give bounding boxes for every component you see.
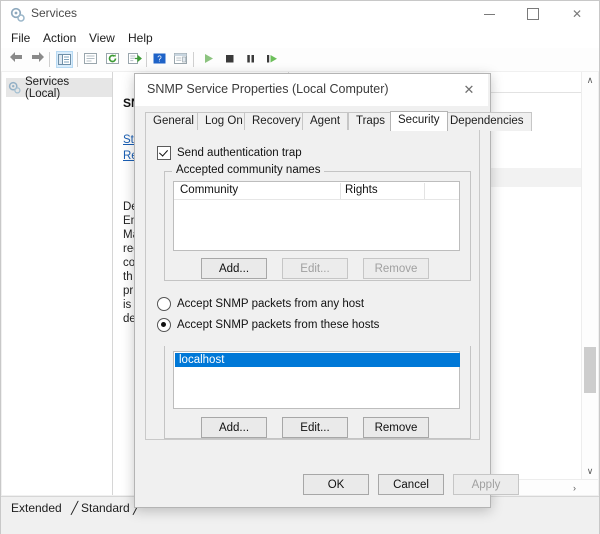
community-list-view[interactable]: Community Rights (173, 181, 460, 251)
community-edit-button: Edit... (282, 258, 348, 279)
radio-icon[interactable] (157, 297, 171, 311)
show-action-pane-icon[interactable] (173, 51, 190, 68)
refresh-icon[interactable] (105, 51, 122, 68)
hosts-remove-button[interactable]: Remove (363, 417, 429, 438)
dialog-titlebar: SNMP Service Properties (Local Computer)… (135, 74, 488, 106)
dialog-tabstrip: General Log On Recovery Agent Traps Secu… (145, 111, 480, 131)
menu-item-help[interactable]: Help (128, 31, 153, 45)
radio-these-hosts-label: Accept SNMP packets from these hosts (177, 319, 379, 331)
checkbox-icon[interactable] (157, 146, 171, 160)
community-col-divider-2 (424, 183, 425, 199)
tab-security[interactable]: Security (390, 111, 448, 131)
help-icon[interactable]: ? (152, 51, 169, 68)
snmp-service-properties-dialog: SNMP Service Properties (Local Computer)… (134, 73, 491, 508)
stop-service-icon[interactable] (222, 51, 239, 68)
group-legend: Accepted community names (172, 164, 324, 176)
tab-general[interactable]: General (145, 112, 202, 131)
hosts-add-button[interactable]: Add... (201, 417, 267, 438)
window-titlebar: Services ✕ (1, 1, 599, 28)
send-authentication-trap-label: Send authentication trap (177, 147, 302, 159)
vertical-scrollbar[interactable]: ∧ ∨ (581, 72, 598, 480)
close-icon[interactable]: ✕ (555, 1, 599, 27)
menu-item-view[interactable]: View (89, 31, 115, 45)
scroll-down-icon[interactable]: ∨ (582, 463, 598, 480)
scroll-right-icon[interactable]: › (567, 480, 582, 495)
properties-icon[interactable] (83, 51, 100, 68)
community-col-divider-1 (340, 183, 341, 199)
community-remove-button: Remove (363, 258, 429, 279)
toolbar-separator-2 (77, 52, 78, 67)
tab-standard[interactable]: Standard (81, 501, 130, 515)
menu-bar: File Action View Help (1, 27, 599, 48)
security-tab-panel: Send authentication trap Accepted commun… (145, 130, 480, 440)
menu-item-action[interactable]: Action (43, 31, 76, 45)
console-tree-pane: Services (Local) (2, 72, 113, 495)
community-list-header: Community Rights (174, 182, 459, 200)
services-gear-icon (10, 7, 25, 22)
scroll-up-icon[interactable]: ∧ (582, 72, 598, 89)
community-add-button[interactable]: Add... (201, 258, 267, 279)
hosts-edit-button[interactable]: Edit... (282, 417, 348, 438)
tab-extended[interactable]: Extended (11, 501, 62, 515)
window-title: Services (31, 6, 77, 20)
radio-selected-icon[interactable] (157, 318, 171, 332)
ok-button[interactable]: OK (303, 474, 369, 495)
back-arrow-icon[interactable] (9, 51, 26, 68)
scrollbar-thumb[interactable] (584, 347, 596, 393)
apply-button: Apply (453, 474, 519, 495)
minimize-button[interactable] (467, 1, 511, 27)
dialog-footer: OK Cancel Apply (135, 463, 488, 507)
export-list-icon[interactable] (127, 51, 144, 68)
window-controls: ✕ (467, 1, 599, 27)
radio-these-hosts[interactable]: Accept SNMP packets from these hosts (157, 318, 379, 332)
radio-any-host[interactable]: Accept SNMP packets from any host (157, 297, 364, 311)
tab-traps[interactable]: Traps (348, 112, 393, 131)
show-hide-tree-icon[interactable] (56, 51, 73, 68)
restart-service-icon[interactable] (264, 51, 281, 68)
hosts-list-view[interactable]: localhost (173, 351, 460, 409)
send-authentication-trap-checkbox[interactable]: Send authentication trap (157, 146, 302, 160)
toolbar-separator-1 (49, 52, 50, 67)
host-list-item[interactable]: localhost (175, 353, 460, 367)
toolbar-separator-3 (146, 52, 147, 67)
column-header-community[interactable]: Community (180, 184, 238, 196)
toolbar: ? (1, 48, 599, 72)
menu-item-file[interactable]: File (11, 31, 30, 45)
cancel-button[interactable]: Cancel (378, 474, 444, 495)
services-gear-icon (8, 81, 21, 94)
dialog-close-icon[interactable]: ✕ (450, 74, 488, 105)
tab-recovery[interactable]: Recovery (244, 112, 309, 131)
tab-separator: ╱ (71, 501, 78, 515)
maximize-button[interactable] (511, 1, 555, 27)
services-window: Services ✕ File Action View Help (0, 0, 600, 534)
tab-dependencies[interactable]: Dependencies (442, 112, 532, 131)
tree-item-label: Services (Local) (25, 76, 107, 100)
tab-log-on[interactable]: Log On (197, 112, 251, 131)
radio-any-host-label: Accept SNMP packets from any host (177, 298, 364, 310)
column-header-rights[interactable]: Rights (345, 184, 378, 196)
forward-arrow-icon[interactable] (30, 51, 47, 68)
tab-agent[interactable]: Agent (302, 112, 348, 131)
pause-service-icon[interactable] (243, 51, 260, 68)
svg-text:?: ? (157, 55, 162, 64)
dialog-title: SNMP Service Properties (Local Computer) (147, 82, 389, 96)
start-service-icon[interactable] (201, 51, 218, 68)
toolbar-separator-4 (193, 52, 194, 67)
tree-item-services-local[interactable]: Services (Local) (6, 78, 112, 97)
